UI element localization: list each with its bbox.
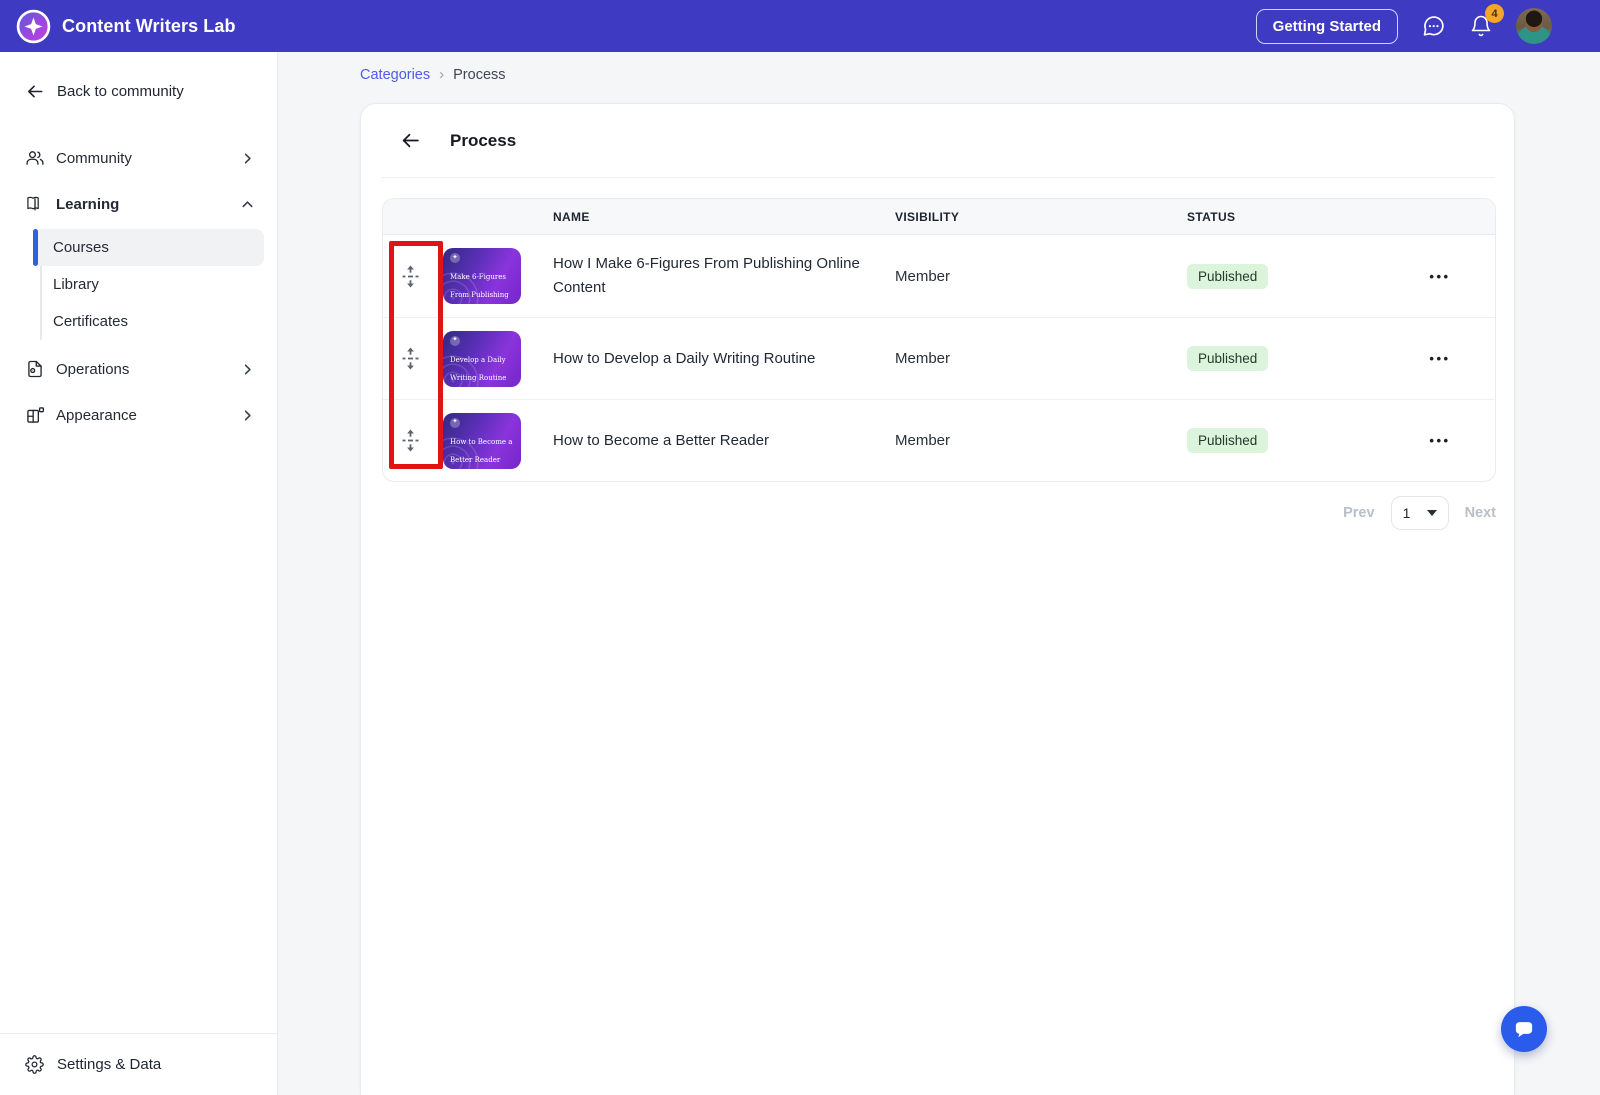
sidebar-item-library[interactable]: Library bbox=[33, 266, 264, 303]
drag-handle[interactable] bbox=[383, 265, 437, 288]
thumbnail-caption: Develop a Daily Writing Routine bbox=[450, 355, 507, 382]
chevron-right-icon bbox=[240, 151, 255, 166]
sidebar-item-label: Learning bbox=[56, 195, 120, 213]
card-header: Process bbox=[381, 104, 1495, 178]
drag-handle[interactable] bbox=[383, 347, 437, 370]
column-header-visibility: VISIBILITY bbox=[895, 209, 960, 224]
course-visibility: Member bbox=[895, 350, 951, 367]
course-thumbnail[interactable]: ✦ Make 6-Figures From Publishing Online … bbox=[437, 248, 553, 304]
drag-move-icon bbox=[402, 347, 418, 370]
gear-icon bbox=[25, 1055, 44, 1074]
learning-book-icon bbox=[27, 196, 39, 211]
main-content: Categories › Process Process NAME VISIBI… bbox=[278, 52, 1600, 1095]
notification-count-badge: 4 bbox=[1485, 4, 1504, 23]
arrow-left-icon bbox=[402, 133, 419, 148]
settings-data-link[interactable]: Settings & Data bbox=[0, 1033, 277, 1095]
course-name[interactable]: How to Develop a Daily Writing Routine bbox=[553, 347, 895, 371]
caret-down-icon bbox=[1426, 510, 1437, 516]
chat-launcher-button[interactable] bbox=[1501, 1006, 1547, 1052]
chevron-up-icon bbox=[240, 197, 255, 212]
chevron-right-icon bbox=[240, 362, 255, 377]
sparkle-icon: ✦ bbox=[450, 417, 460, 428]
drag-handle[interactable] bbox=[383, 429, 437, 452]
user-avatar[interactable] bbox=[1516, 8, 1552, 44]
brand-title: Content Writers Lab bbox=[62, 15, 236, 36]
sidebar-item-appearance[interactable]: Appearance bbox=[0, 392, 277, 438]
sidebar-item-certificates[interactable]: Certificates bbox=[33, 303, 264, 340]
brand-logo-icon bbox=[16, 9, 51, 44]
thumbnail-caption: How to Become a Better Reader bbox=[450, 437, 513, 464]
drag-move-icon bbox=[402, 429, 418, 452]
course-thumbnail[interactable]: ✦ Develop a Daily Writing Routine bbox=[437, 330, 553, 387]
sidebar-item-label: Community bbox=[56, 149, 132, 167]
course-visibility: Member bbox=[895, 267, 951, 285]
sidebar-nav: Community Learning Courses Library Certi… bbox=[0, 135, 277, 438]
course-visibility: Member bbox=[895, 432, 951, 449]
page-title: Process bbox=[450, 130, 517, 150]
admin-sidebar: Back to community Community Learning Cou… bbox=[0, 52, 278, 1095]
appearance-icon bbox=[27, 407, 44, 423]
breadcrumb: Categories › Process bbox=[360, 66, 506, 83]
arrow-left-icon bbox=[28, 85, 43, 98]
pagination: Prev 1 Next bbox=[361, 496, 1496, 530]
notifications-button[interactable]: 4 bbox=[1468, 4, 1504, 39]
operations-icon bbox=[28, 360, 42, 378]
column-header-name: NAME bbox=[553, 209, 590, 224]
chat-bubble-icon bbox=[1423, 15, 1444, 36]
row-menu-button[interactable]: ••• bbox=[1429, 269, 1450, 284]
current-page-value: 1 bbox=[1402, 505, 1411, 521]
learning-sublist: Courses Library Certificates bbox=[0, 227, 277, 346]
back-to-community-link[interactable]: Back to community bbox=[0, 82, 277, 101]
status-badge: Published bbox=[1187, 346, 1269, 371]
thumbnail-caption: Make 6-Figures From Publishing Online Co… bbox=[450, 273, 509, 299]
status-badge: Published bbox=[1187, 263, 1269, 289]
prev-page-button[interactable]: Prev bbox=[1343, 505, 1374, 521]
sidebar-item-learning[interactable]: Learning bbox=[0, 181, 277, 227]
messages-button[interactable] bbox=[1420, 13, 1446, 39]
sidebar-item-courses[interactable]: Courses bbox=[33, 229, 264, 266]
table-header: NAME VISIBILITY STATUS bbox=[383, 199, 1495, 235]
sidebar-item-label: Library bbox=[53, 276, 99, 293]
back-to-community-label: Back to community bbox=[57, 83, 184, 100]
row-menu-button[interactable]: ••• bbox=[1429, 351, 1450, 366]
row-menu-button[interactable]: ••• bbox=[1429, 433, 1450, 448]
sparkle-icon: ✦ bbox=[450, 253, 460, 263]
sidebar-item-label: Certificates bbox=[53, 313, 129, 330]
table-row: ✦ Develop a Daily Writing Routine How to… bbox=[383, 317, 1495, 399]
sparkle-icon: ✦ bbox=[450, 335, 460, 346]
getting-started-button[interactable]: Getting Started bbox=[1255, 8, 1398, 44]
chevron-right-icon bbox=[240, 408, 255, 423]
sidebar-item-label: Courses bbox=[53, 239, 109, 256]
courses-table: NAME VISIBILITY STATUS ✦ Make 6-Figures … bbox=[382, 198, 1496, 482]
drag-move-icon bbox=[402, 265, 418, 287]
next-page-button[interactable]: Next bbox=[1465, 505, 1496, 521]
back-button[interactable] bbox=[400, 130, 421, 151]
page-select[interactable]: 1 bbox=[1390, 496, 1449, 530]
course-name[interactable]: How to Become a Better Reader bbox=[553, 429, 895, 453]
course-name[interactable]: How I Make 6-Figures From Publishing Onl… bbox=[553, 252, 895, 300]
top-bar: Content Writers Lab Getting Started 4 bbox=[0, 0, 1600, 52]
chat-bubble-icon bbox=[1515, 1022, 1533, 1038]
category-card: Process NAME VISIBILITY STATUS ✦ Make 6-… bbox=[360, 103, 1515, 1095]
status-badge: Published bbox=[1187, 428, 1269, 453]
sidebar-item-community[interactable]: Community bbox=[0, 135, 277, 181]
sidebar-item-label: Operations bbox=[56, 360, 130, 378]
course-thumbnail[interactable]: ✦ How to Become a Better Reader bbox=[437, 412, 553, 469]
sidebar-item-operations[interactable]: Operations bbox=[0, 346, 277, 392]
table-row: ✦ How to Become a Better Reader How to B… bbox=[383, 399, 1495, 481]
breadcrumb-current: Process bbox=[453, 66, 506, 83]
column-header-status: STATUS bbox=[1187, 209, 1236, 224]
table-row: ✦ Make 6-Figures From Publishing Online … bbox=[383, 235, 1495, 317]
breadcrumb-separator: › bbox=[439, 66, 445, 83]
brand[interactable]: Content Writers Lab bbox=[16, 9, 236, 44]
topbar-actions: Getting Started 4 bbox=[1255, 4, 1580, 44]
settings-data-label: Settings & Data bbox=[57, 1056, 162, 1073]
community-icon bbox=[26, 151, 44, 165]
breadcrumb-categories-link[interactable]: Categories bbox=[360, 67, 430, 83]
sidebar-item-label: Appearance bbox=[56, 406, 137, 424]
